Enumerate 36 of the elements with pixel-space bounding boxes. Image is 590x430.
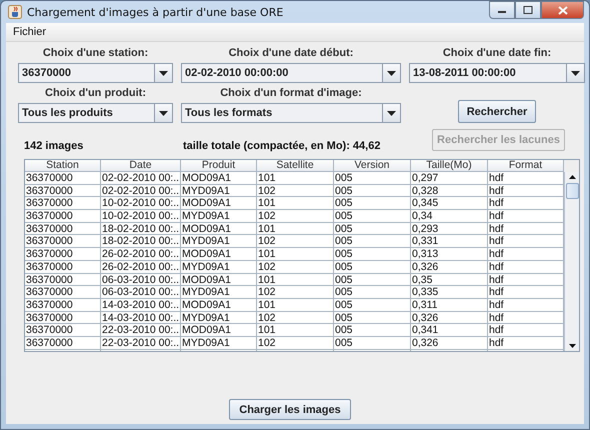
dropdown-arrow-icon <box>159 110 168 116</box>
dropdown-arrow-icon <box>387 70 396 76</box>
maximize-icon <box>523 6 533 14</box>
product-dropdown[interactable]: Tous les produits <box>18 103 173 123</box>
cup-icon <box>8 5 22 19</box>
column-header[interactable]: Station <box>25 160 101 172</box>
close-icon <box>558 6 568 14</box>
minimize-button[interactable] <box>489 1 515 19</box>
total-size: taille totale (compactée, en Mo): 44,62 <box>182 139 382 153</box>
menu-item[interactable]: Fichier <box>10 26 50 38</box>
format-dropdown[interactable]: Tous les formats <box>181 103 401 123</box>
start-date-dropdown[interactable]: 02-02-2010 00:00:00 <box>181 63 401 83</box>
column-header[interactable]: Format <box>488 160 564 172</box>
field-label: Choix d'une date fin: <box>442 46 552 60</box>
dropdown-arrow-icon <box>159 70 168 76</box>
field-label: Choix d'une station: <box>42 46 148 60</box>
image-count: 142 images <box>23 139 84 153</box>
dropdown-arrow-icon <box>387 110 396 116</box>
station-dropdown[interactable]: 36370000 <box>18 63 173 83</box>
column-header[interactable]: Date <box>101 160 181 172</box>
field-label: Choix d'un format d'image: <box>220 86 362 100</box>
column-header[interactable]: Taille(Mo) <box>411 160 488 172</box>
dropdown-arrow-icon <box>571 70 580 76</box>
scroll-thumb[interactable] <box>566 183 579 199</box>
field-label: Choix d'un produit: <box>45 86 146 100</box>
close-button[interactable] <box>541 1 584 19</box>
column-header[interactable]: Satellite <box>257 160 334 172</box>
field-label: Choix d'une date début: <box>228 46 354 60</box>
scrollbar[interactable] <box>564 172 579 351</box>
load-images-button[interactable]: Charger les images <box>229 399 351 420</box>
column-header[interactable]: Produit <box>181 160 257 172</box>
column-header[interactable]: Version <box>334 160 411 172</box>
window-title: Chargement d'images à partir d'une base ORE <box>27 6 284 18</box>
maximize-button[interactable] <box>515 1 541 19</box>
end-date-dropdown[interactable]: 13-08-2011 00:00:00 <box>409 63 585 83</box>
search-button[interactable]: Rechercher <box>458 100 536 123</box>
